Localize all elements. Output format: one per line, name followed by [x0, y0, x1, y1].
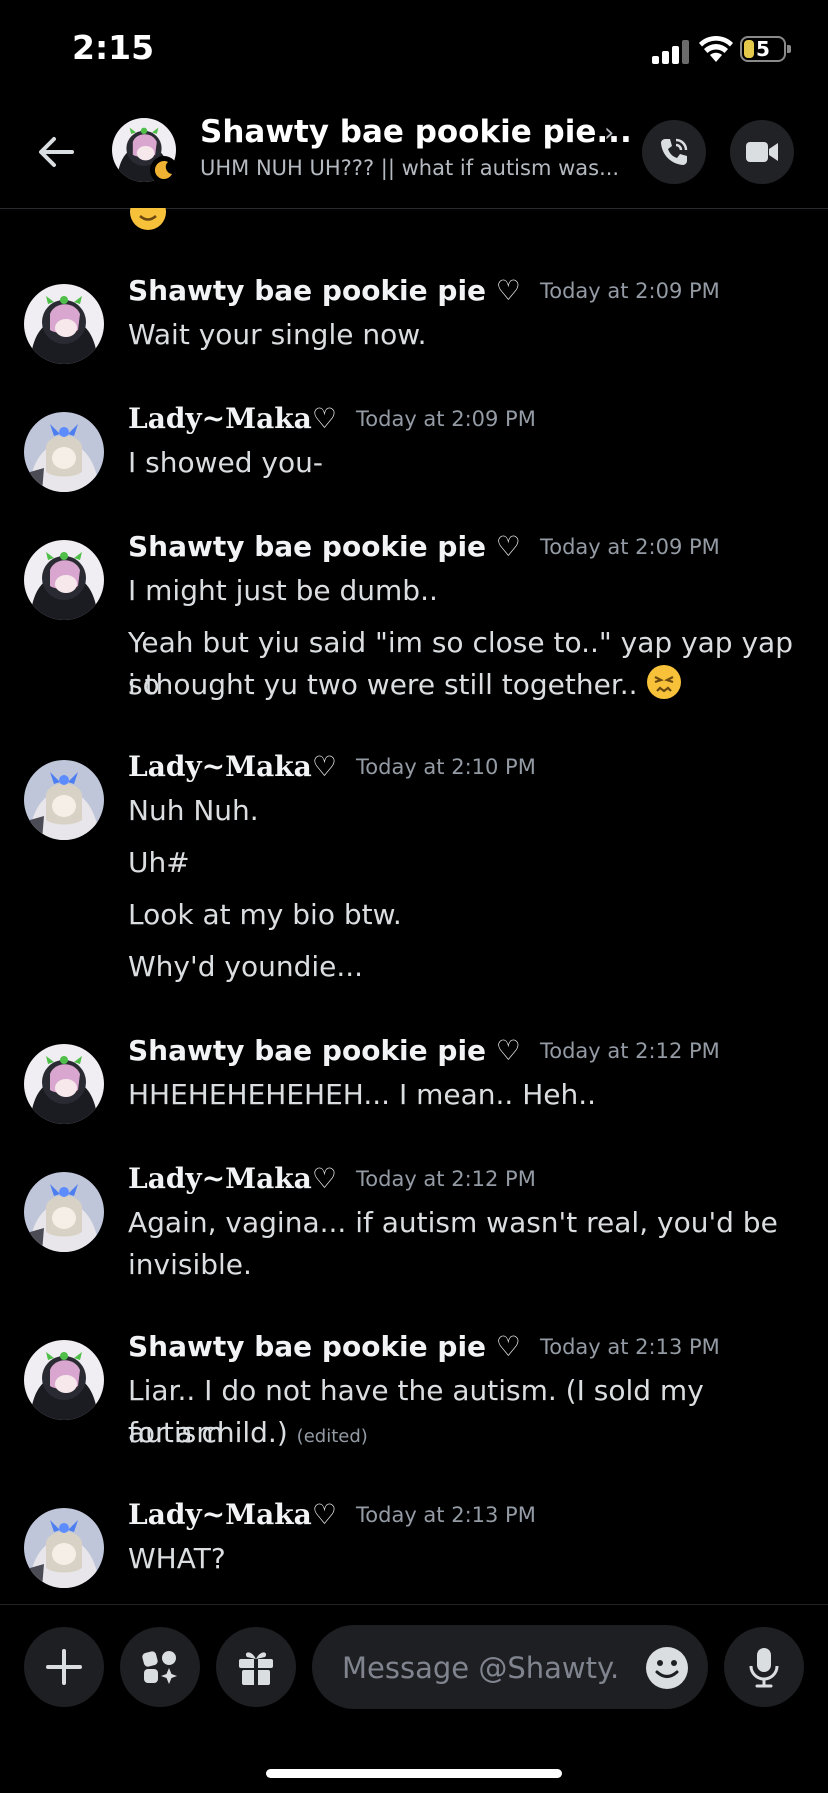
video-camera-icon: [746, 142, 778, 162]
avatar[interactable]: [24, 1172, 104, 1252]
message-text: Nuh Nuh.: [128, 794, 259, 827]
gift-icon: [239, 1652, 273, 1685]
message-timestamp: Today at 2:12 PM: [356, 1167, 536, 1191]
apps-button[interactable]: [120, 1627, 200, 1707]
message-text: Again, vagina... if autism wasn't real, …: [128, 1206, 778, 1239]
avatar[interactable]: [24, 760, 104, 840]
message-text: Uh#: [128, 846, 190, 879]
status-bar: 2:15 5: [0, 0, 828, 100]
video-call-button[interactable]: [730, 120, 794, 184]
cellular-signal-icon: [652, 40, 689, 64]
message-timestamp: Today at 2:09 PM: [539, 535, 720, 559]
chevron-right-icon[interactable]: ›: [604, 118, 614, 148]
message-text-part: for a child.): [128, 1416, 288, 1449]
chat-title[interactable]: Shawty bae pookie pie...: [200, 114, 632, 150]
status-time: 2:15: [72, 28, 155, 67]
avatar[interactable]: [24, 412, 104, 492]
winking-face-emoji-icon: [130, 208, 166, 230]
avatar[interactable]: [24, 1508, 104, 1588]
microphone-icon: [749, 1648, 779, 1688]
message-text: I might just be dumb..: [128, 574, 438, 607]
phone-icon: [661, 138, 688, 165]
voice-call-button[interactable]: [642, 120, 706, 184]
message-author[interactable]: Lady~Maka♡: [128, 1498, 337, 1531]
apps-icon: [142, 1651, 177, 1684]
message-timestamp: Today at 2:13 PM: [356, 1503, 536, 1527]
message-composer: [0, 1604, 828, 1793]
message-text: Wait your single now.: [128, 318, 427, 351]
battery-icon: 5: [740, 36, 791, 62]
message-input[interactable]: [340, 1625, 624, 1711]
message-text: for a child.) (edited): [128, 1412, 798, 1458]
chat-header: Shawty bae pookie pie... › UHM NUH UH???…: [0, 100, 828, 209]
avatar[interactable]: [24, 284, 104, 364]
gift-button[interactable]: [216, 1627, 296, 1707]
persevering-face-emoji-icon: [647, 665, 682, 699]
avatar[interactable]: [24, 1044, 104, 1124]
message-text: WHAT?: [128, 1542, 226, 1575]
message-text: I showed you-: [128, 446, 323, 479]
message-text: Look at my bio btw.: [128, 898, 402, 931]
message-author[interactable]: Lady~Maka♡: [128, 1162, 337, 1195]
message-author[interactable]: Shawty bae pookie pie ♡: [128, 1330, 521, 1363]
message-input-wrapper: [312, 1625, 708, 1711]
battery-level: 5: [756, 37, 770, 61]
message-timestamp: Today at 2:13 PM: [539, 1335, 720, 1359]
plus-icon: [46, 1649, 82, 1685]
message-text: invisible.: [128, 1248, 252, 1281]
message-timestamp: Today at 2:09 PM: [356, 407, 536, 431]
idle-status-icon: [150, 156, 178, 184]
message-timestamp: Today at 2:10 PM: [356, 755, 536, 779]
message-text-part: i thought yu two were still together..: [128, 668, 647, 701]
emoji-picker-icon[interactable]: [644, 1645, 690, 1691]
message-author[interactable]: Shawty bae pookie pie ♡: [128, 530, 521, 563]
message-text: HHEHEHEHEHEH... I mean.. Heh..: [128, 1078, 597, 1111]
avatar[interactable]: [24, 1340, 104, 1420]
message-timestamp: Today at 2:12 PM: [539, 1039, 720, 1063]
back-arrow-icon[interactable]: [32, 128, 80, 176]
avatar[interactable]: [24, 540, 104, 620]
attach-button[interactable]: [24, 1627, 104, 1707]
message-author[interactable]: Shawty bae pookie pie ♡: [128, 274, 521, 307]
message-text: i thought yu two were still together..: [128, 664, 798, 706]
message-timestamp: Today at 2:09 PM: [539, 279, 720, 303]
message-text: Why'd youndie...: [128, 950, 364, 983]
wifi-icon: [699, 35, 733, 62]
message-author[interactable]: Shawty bae pookie pie ♡: [128, 1034, 521, 1067]
message-list[interactable]: Shawty bae pookie pie ♡ Today at 2:09 PM…: [0, 208, 828, 1604]
message-author[interactable]: Lady~Maka♡: [128, 750, 337, 783]
chat-subtitle[interactable]: UHM NUH UH??? || what if autism was...: [200, 156, 619, 180]
home-indicator[interactable]: [266, 1769, 562, 1778]
voice-message-button[interactable]: [724, 1627, 804, 1707]
message-author[interactable]: Lady~Maka♡: [128, 402, 337, 435]
edited-label: (edited): [296, 1426, 368, 1447]
